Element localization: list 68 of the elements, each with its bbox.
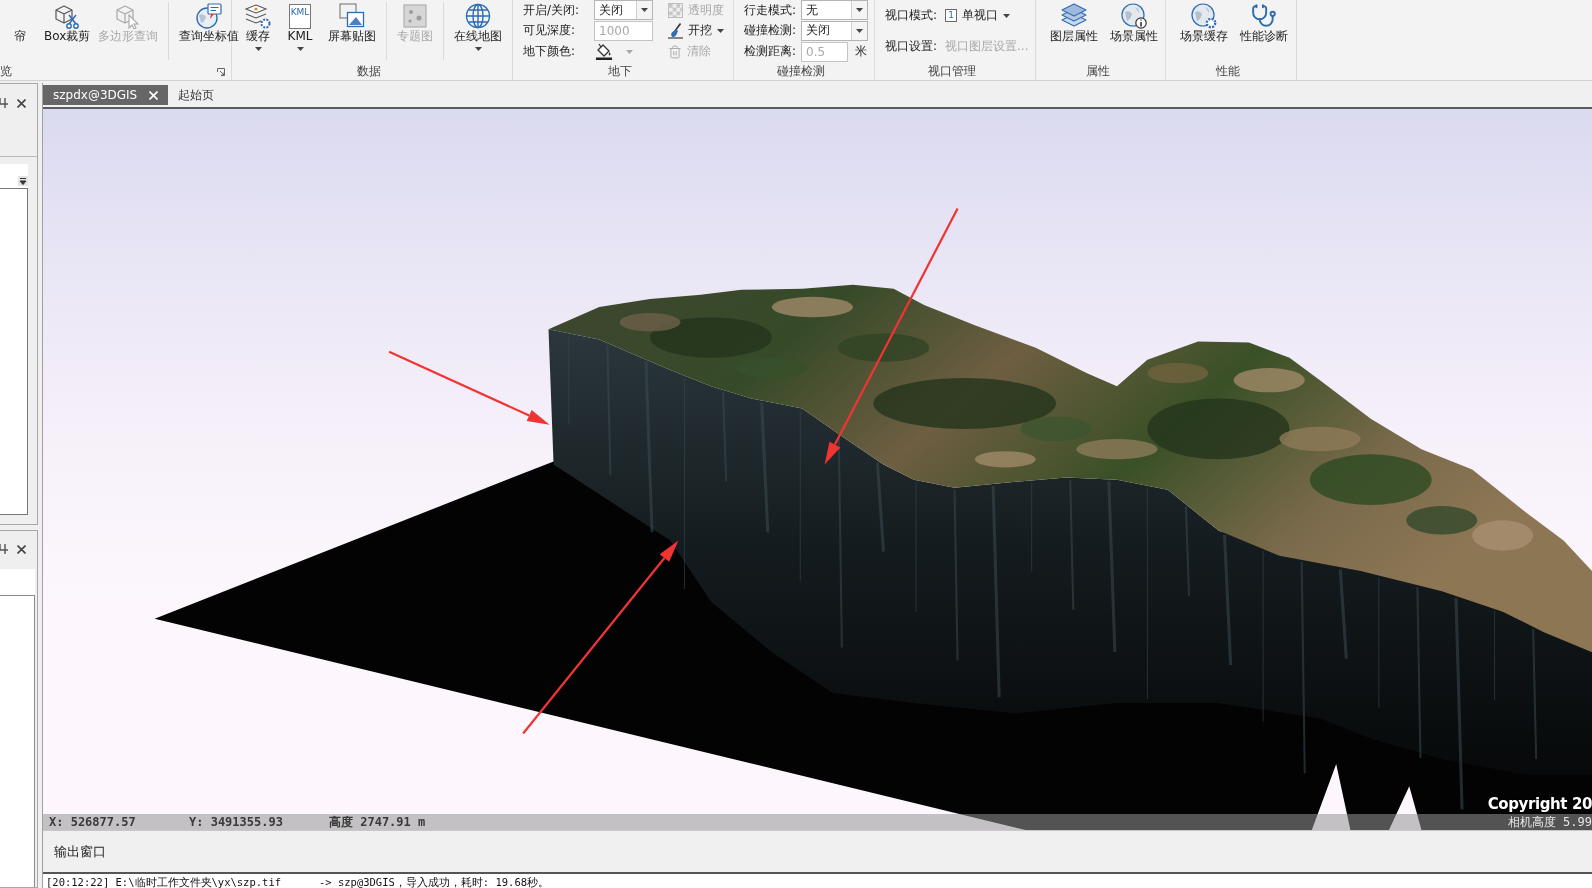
field-label: 视口设置: [885,38,939,55]
camera-height-reading: 相机高度 5.99 [1507,813,1592,830]
caret-icon [1003,13,1010,18]
cube-cursor-icon [115,3,142,29]
field-label: 可见深度: [523,22,577,40]
field-label: 行走模式: [744,1,798,19]
ribbon-button[interactable]: 帘 [0,0,40,60]
group-label: 数据 [357,64,381,79]
ribbon-button[interactable]: 屏幕贴图 [322,0,382,60]
shovel-icon [668,23,683,39]
group-label: 性能 [1216,64,1240,79]
ribbon-button[interactable]: Box裁剪 [40,0,95,60]
group-label: 碰撞检测 [777,64,825,79]
ribbon-button[interactable]: 在线地图 [448,0,508,60]
caret-icon [856,8,863,13]
copyright-text: Copyright 20 [1487,795,1592,813]
field-label: 检测距离: [744,43,798,61]
paint-bucket-icon [596,43,612,61]
dropdown-field[interactable]: 关闭 [594,0,653,21]
globe-speech-bubble-icon [196,3,223,29]
stethoscope-icon [1251,3,1277,29]
ribbon-button[interactable]: 图层属性 [1044,0,1104,60]
field-label: 碰撞检测: [744,22,798,40]
cube-scissors-icon [54,3,81,29]
document-tab[interactable]: szpdx@3DGIS [43,85,169,105]
dropdown-field[interactable]: 无 [801,0,868,21]
kml-file-label: KML [289,3,311,29]
field-label: 地下颜色: [523,43,577,61]
ribbon-button[interactable]: KML KML [280,0,320,60]
map-image-icon [402,3,428,29]
list-dropdown-icon[interactable] [18,176,28,186]
ribbon-button[interactable]: 性能诊断 [1234,0,1294,60]
group-label: 览 [0,64,12,79]
y-coordinate: Y: 3491355.93 [189,815,284,829]
close-icon[interactable] [17,544,26,554]
pin-icon[interactable] [0,98,8,108]
dropdown-field[interactable]: 关闭 [801,21,868,41]
ribbon-button[interactable]: 场景属性 [1104,0,1164,60]
group-label: 属性 [1085,64,1110,79]
group-label: 地下 [608,64,632,79]
view-mode-button[interactable]: 1 单视口 [945,5,1010,26]
fill-color-button[interactable] [594,41,633,62]
caret-icon [641,8,648,13]
ribbon-button[interactable]: 场景缓存 [1174,0,1234,60]
view-count-label: 1 [945,9,957,22]
document-tab[interactable]: 起始页 [168,85,225,105]
trash-icon [668,44,682,59]
layers-gear-icon [245,3,271,29]
globe-icon [465,3,491,29]
globe-gear-icon [1191,3,1217,29]
dialog-launcher-icon[interactable] [217,67,225,76]
altitude-reading: 高度 2747.91 m [329,813,427,830]
field-label: 视口模式: [885,7,939,24]
globe-info-icon [1121,3,1147,29]
caret-icon [626,49,633,54]
log-line: [20:12:22] E:\临时工作文件夹\yx\szp.tif -> szp@3DGIS，导入成功，耗时: 19.68秒。 [46,874,550,888]
x-coordinate: X: 526877.57 [49,815,137,829]
unit-label: 米 [855,43,867,61]
picture-frames-icon [339,3,365,29]
pin-icon[interactable] [0,544,8,554]
combo-field[interactable] [0,164,28,188]
caret-icon [856,29,863,33]
group-label: 视口管理 [928,64,976,79]
close-icon[interactable] [17,98,26,108]
field-label: 开启/关闭: [523,1,581,19]
layers-icon [1061,3,1087,29]
output-window-title: 输出窗口 [54,842,106,861]
ribbon-small-button[interactable]: 开挖 [668,21,724,41]
